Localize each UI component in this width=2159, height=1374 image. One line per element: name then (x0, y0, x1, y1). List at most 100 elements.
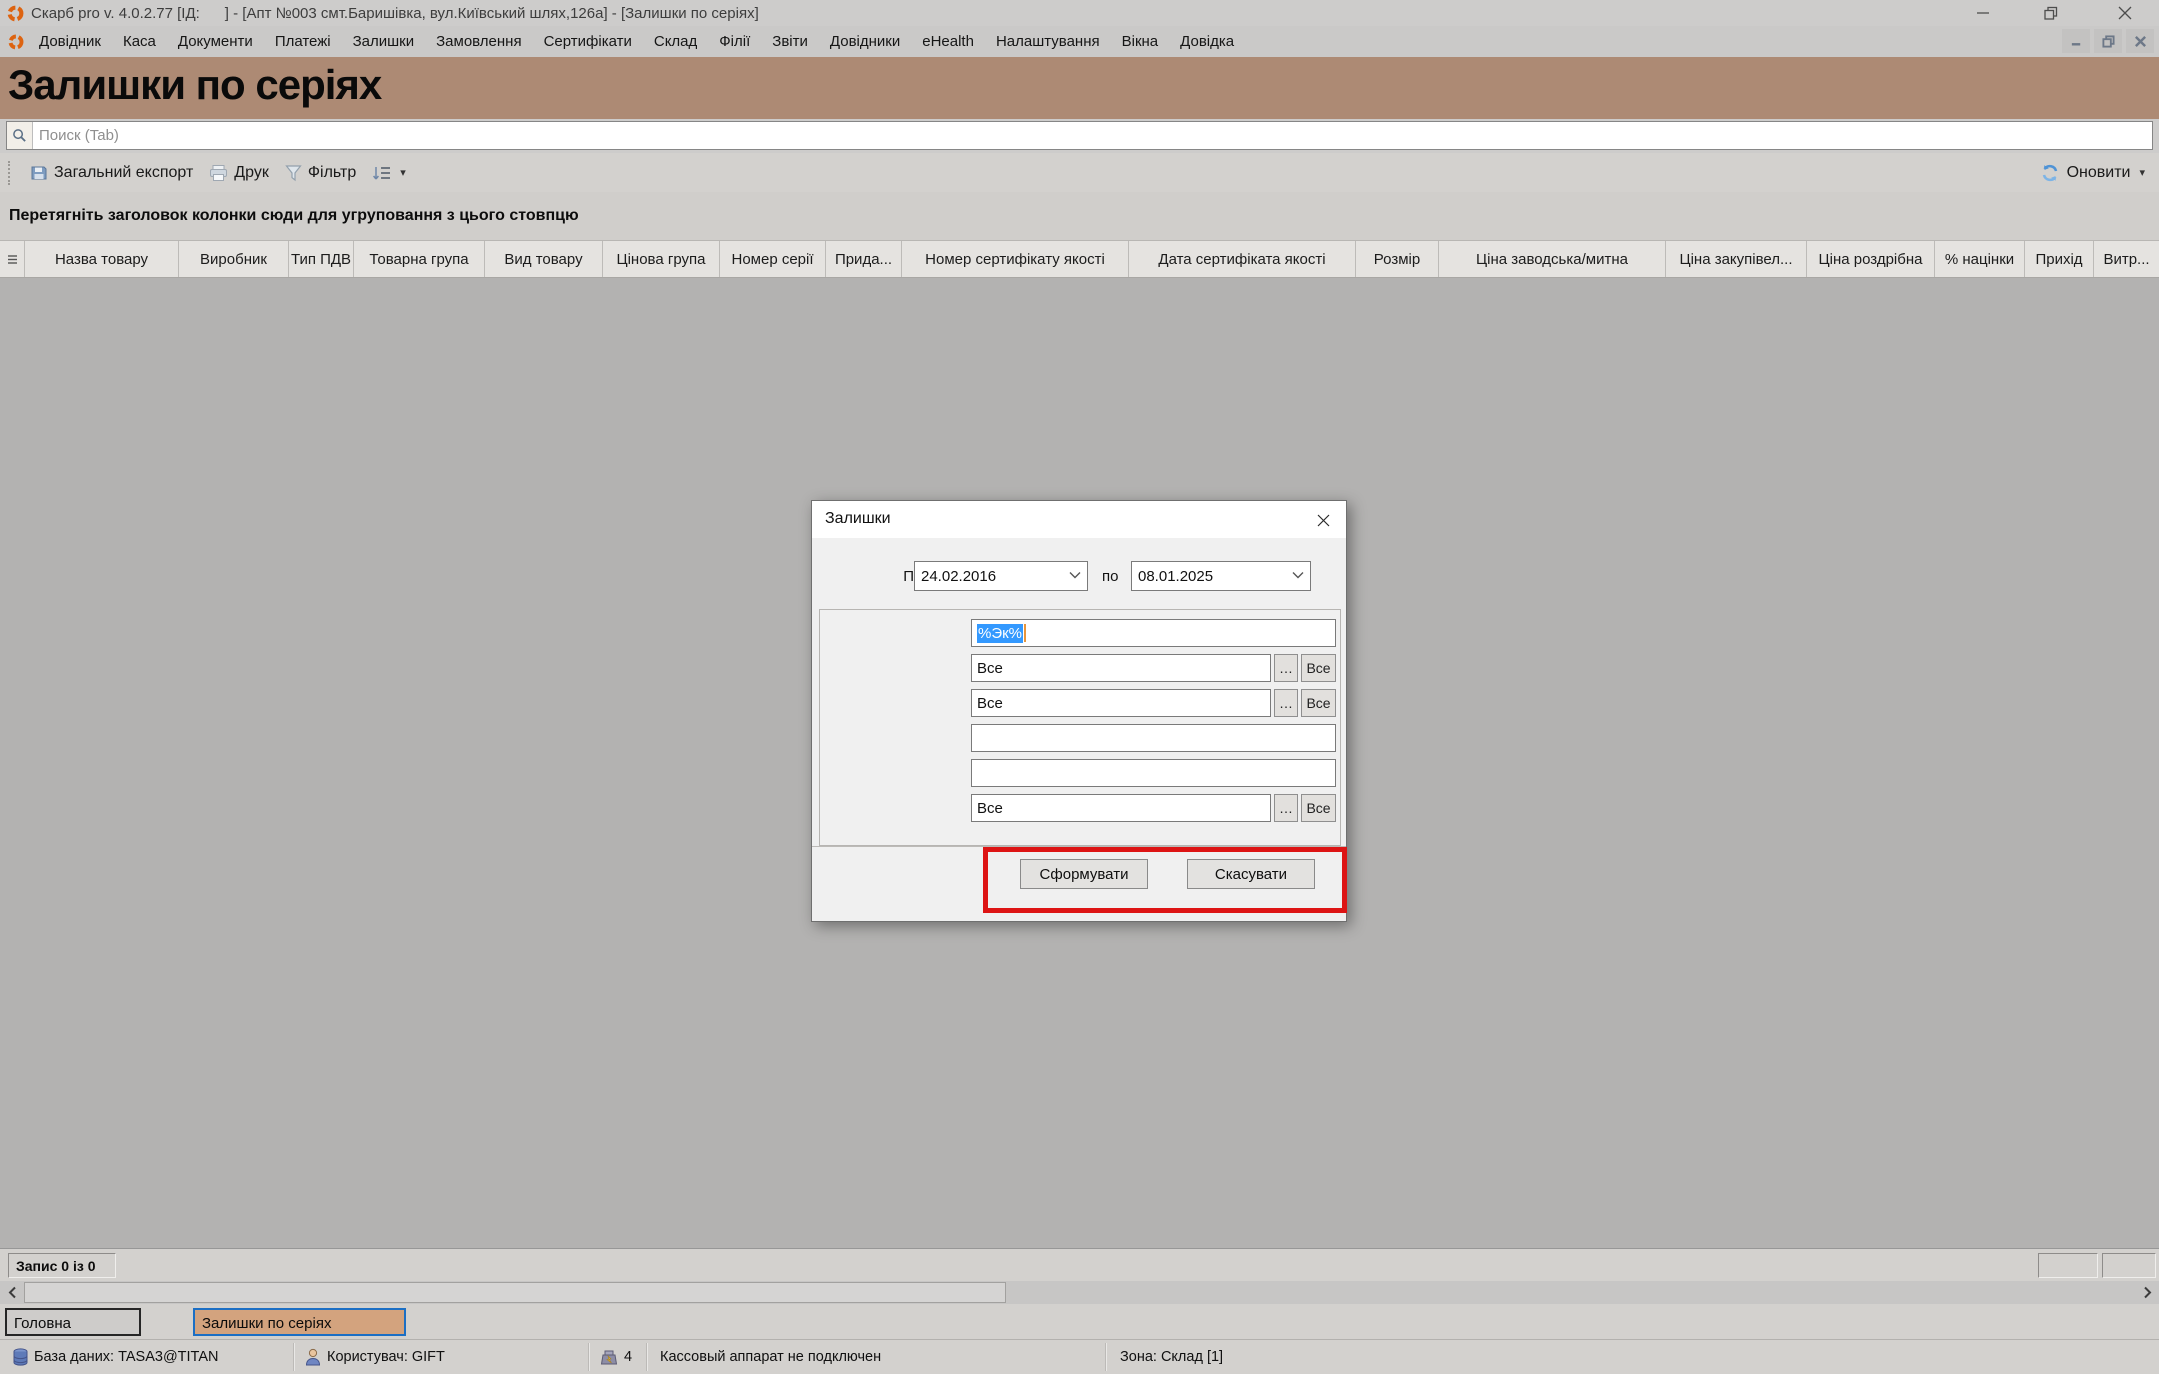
column-header[interactable]: Вид товару (485, 241, 603, 277)
column-header[interactable]: Виробник (179, 241, 289, 277)
chevron-down-icon[interactable] (1292, 571, 1304, 579)
menu-item[interactable]: Довідка (1169, 29, 1245, 54)
tab-zalyshky-po-seriyah[interactable]: Залишки по серіях (193, 1308, 406, 1336)
filter-label: Фільтр (308, 164, 356, 182)
record-count: Запис 0 із 0 (8, 1253, 116, 1278)
scroll-left-icon[interactable] (0, 1281, 24, 1304)
menu-item[interactable]: Довідник (28, 29, 112, 54)
menu-item[interactable]: Залишки (342, 29, 426, 54)
window-titlebar: Скарб pro v. 4.0.2.77 [ІД: ] - [Апт №003… (0, 0, 2159, 26)
column-header[interactable]: Номер сертифікату якості (902, 241, 1129, 277)
status-divider (293, 1343, 294, 1371)
column-header[interactable]: Ціна роздрібна (1807, 241, 1935, 277)
ellipsis-button[interactable]: … (1274, 794, 1298, 822)
sort-list-button[interactable]: ▾ (364, 159, 414, 187)
column-header[interactable]: Назва товару (25, 241, 179, 277)
ellipsis-button[interactable]: … (1274, 689, 1298, 717)
mdi-close-button[interactable] (2126, 29, 2154, 53)
menu-item[interactable]: Налаштування (985, 29, 1111, 54)
record-count-bar: Запис 0 із 0 (0, 1248, 2159, 1281)
cancel-button[interactable]: Скасувати (1187, 859, 1315, 889)
submit-button-label: Сформувати (1040, 866, 1129, 883)
status-bar: База даних: TASA3@TITAN Користувач: GIFT… (0, 1339, 2159, 1374)
column-header[interactable]: Розмір (1356, 241, 1439, 277)
selected-text: %Эк% (977, 624, 1023, 643)
dialog-separator (812, 846, 1346, 847)
menu-item[interactable]: Вікна (1111, 29, 1170, 54)
chevron-down-icon[interactable] (1069, 571, 1081, 579)
mdi-minimize-button[interactable] (2062, 29, 2090, 53)
register-status: Кассовый аппарат не подключен (660, 1349, 881, 1365)
field-input[interactable] (971, 724, 1336, 752)
column-header[interactable]: Тип ПДВ (289, 241, 354, 277)
scroll-right-icon[interactable] (2135, 1281, 2159, 1304)
column-header[interactable]: Номер серії (720, 241, 826, 277)
column-header[interactable]: Витр... (2094, 241, 2159, 277)
column-header[interactable]: Цінова група (603, 241, 720, 277)
page-title-band: Залишки по серіях (0, 57, 2159, 119)
search-icon (7, 122, 33, 149)
restore-button[interactable] (2036, 2, 2066, 24)
row-indicator-column-header[interactable] (0, 241, 25, 277)
horizontal-scrollbar[interactable] (0, 1281, 2159, 1304)
menu-item[interactable]: Каса (112, 29, 167, 54)
print-icon (209, 164, 228, 182)
register-count: 4 (624, 1349, 632, 1365)
print-button[interactable]: Друк (201, 159, 277, 187)
column-header[interactable]: Ціна закупівел... (1666, 241, 1807, 277)
text-caret (1024, 624, 1026, 642)
search-input[interactable]: Поиск (Tab) (6, 121, 2153, 150)
column-header[interactable]: Прихід (2025, 241, 2094, 277)
print-label: Друк (234, 164, 269, 182)
refresh-button[interactable]: Оновити ▾ (2040, 153, 2145, 192)
period-from-combobox[interactable]: 24.02.2016 (914, 561, 1088, 591)
dialog-titlebar[interactable]: Залишки (812, 501, 1346, 538)
field-value: Все (977, 660, 1003, 677)
submit-button[interactable]: Сформувати (1020, 859, 1148, 889)
menu-item[interactable]: Довідники (819, 29, 911, 54)
tab-home[interactable]: Головна (5, 1308, 141, 1336)
close-button[interactable] (2110, 2, 2140, 24)
menu-item[interactable]: Замовлення (425, 29, 532, 54)
column-header[interactable]: % націнки (1935, 241, 2025, 277)
column-header[interactable]: Товарна група (354, 241, 485, 277)
dropdown-caret-icon: ▾ (400, 166, 406, 179)
all-button[interactable]: Все (1301, 654, 1336, 682)
status-cell-empty (2102, 1253, 2156, 1278)
group-by-hint: Перетягніть заголовок колонки сюди для у… (9, 207, 579, 225)
ellipsis-button[interactable]: … (1274, 654, 1298, 682)
menu-item[interactable]: Звіти (761, 29, 819, 54)
period-to-combobox[interactable]: 08.01.2025 (1131, 561, 1311, 591)
group-by-panel[interactable]: Перетягніть заголовок колонки сюди для у… (0, 192, 2159, 240)
menu-bar: ДовідникКасаДокументиПлатежіЗалишкиЗамов… (0, 26, 2159, 57)
scrollbar-thumb[interactable] (24, 1282, 1006, 1303)
field-input[interactable]: Все (971, 689, 1271, 717)
export-label: Загальний експорт (54, 164, 193, 182)
all-button[interactable]: Все (1301, 689, 1336, 717)
menu-item[interactable]: Документи (167, 29, 264, 54)
field-input[interactable] (971, 759, 1336, 787)
menu-item[interactable]: Склад (643, 29, 708, 54)
column-header[interactable]: Прида... (826, 241, 902, 277)
field-input[interactable]: Все (971, 794, 1271, 822)
menu-item[interactable]: Сертифікати (533, 29, 643, 54)
column-header[interactable]: Ціна заводська/митна (1439, 241, 1666, 277)
column-header[interactable]: Дата сертифіката якості (1129, 241, 1356, 277)
app-logo-icon-small (8, 34, 24, 50)
export-button[interactable]: Загальний експорт (22, 159, 201, 187)
dialog-close-icon[interactable] (1310, 508, 1336, 532)
minimize-button[interactable] (1968, 2, 1998, 24)
mdi-restore-button[interactable] (2094, 29, 2122, 53)
toolbar-drag-handle[interactable] (8, 161, 14, 185)
period-to-value: 08.01.2025 (1138, 568, 1213, 585)
menu-item[interactable]: Філії (708, 29, 761, 54)
user-status: Користувач: GIFT (327, 1349, 445, 1365)
menu-item[interactable]: Платежі (264, 29, 342, 54)
field-input[interactable]: Все (971, 654, 1271, 682)
period-to-label: по (1102, 568, 1126, 585)
all-button[interactable]: Все (1301, 794, 1336, 822)
filter-button[interactable]: Фільтр (277, 159, 364, 187)
field-value: Все (977, 695, 1003, 712)
field-input[interactable]: %Эк% (971, 619, 1336, 647)
menu-item[interactable]: eHealth (911, 29, 985, 54)
